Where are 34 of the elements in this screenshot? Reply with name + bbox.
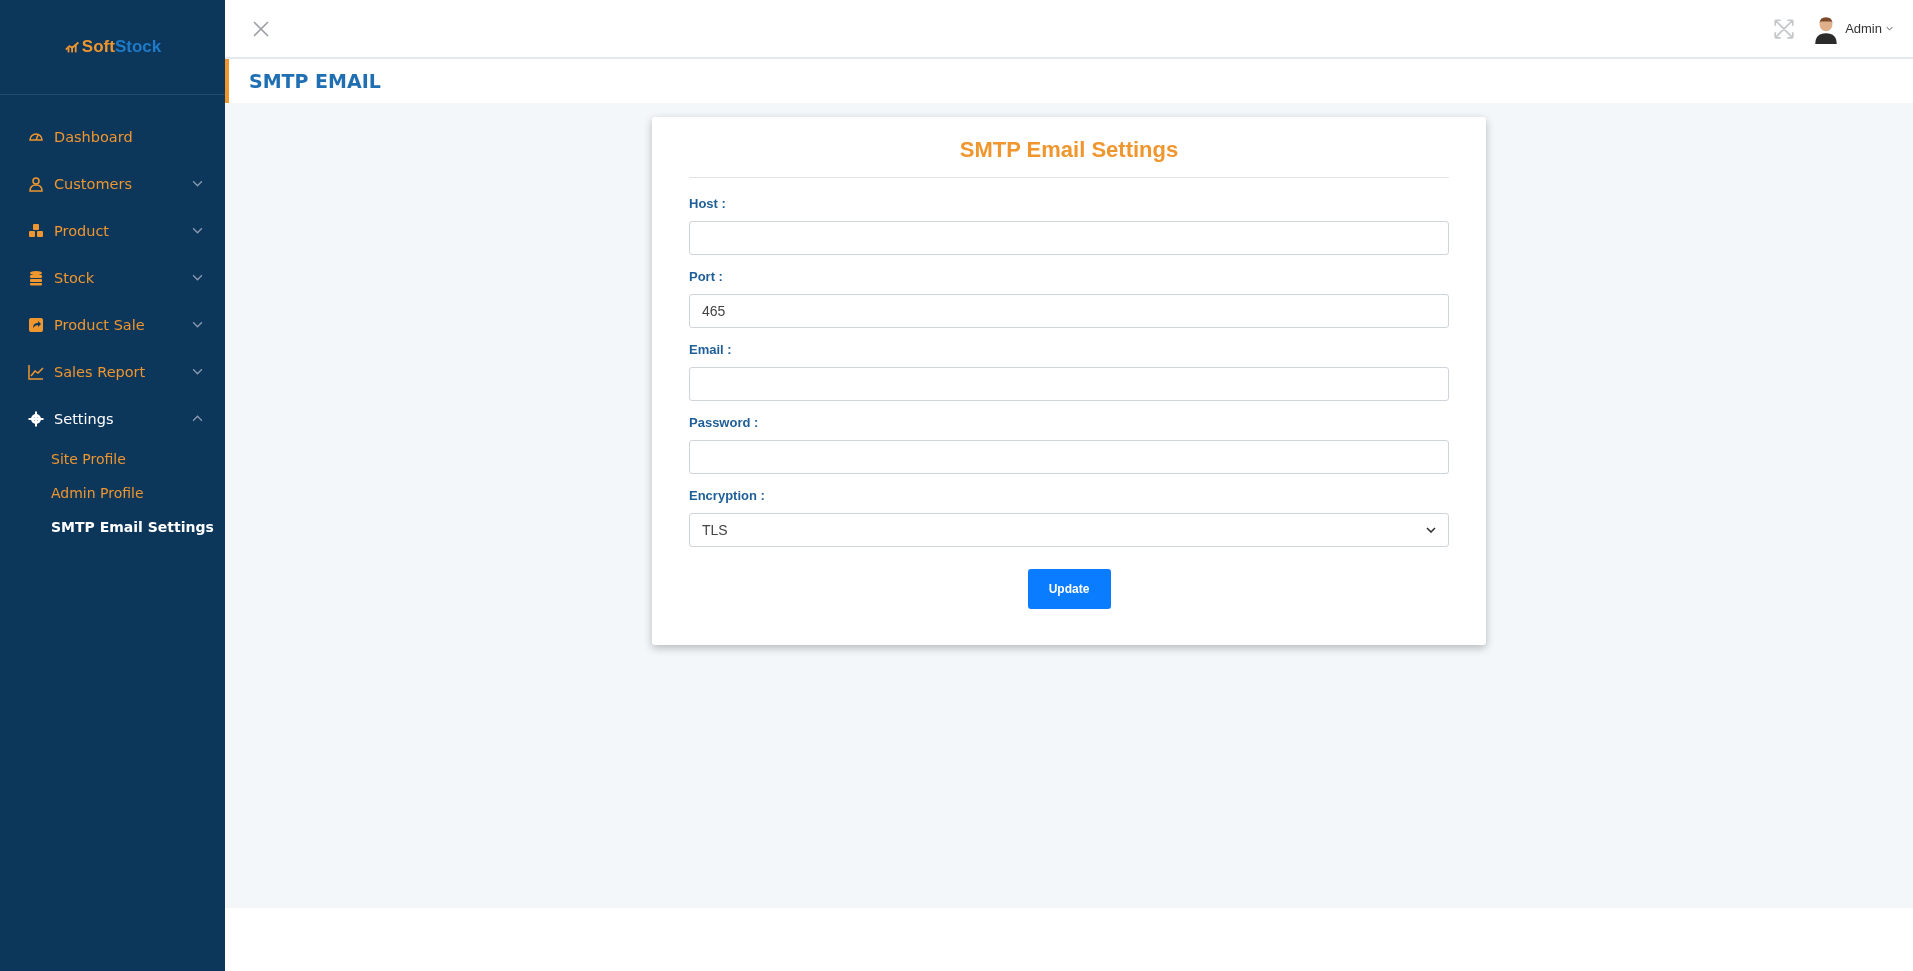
field-label: Email :	[689, 342, 733, 357]
close-icon[interactable]	[253, 20, 269, 37]
chevron-down-icon	[1426, 527, 1436, 533]
field-label: Host :	[689, 196, 727, 211]
input-field[interactable]	[689, 221, 1449, 255]
sidebar-item[interactable]: Settings	[0, 395, 225, 442]
sidebar-item[interactable]: Stock	[0, 254, 225, 301]
page-title: SMTP EMAIL	[249, 70, 381, 92]
input-field[interactable]	[689, 367, 1449, 401]
field-label: Password :	[689, 415, 760, 430]
chevron-down-icon	[1886, 26, 1893, 31]
sidebar-item[interactable]: Product Sale	[0, 301, 225, 348]
select-field[interactable]: TLS	[689, 513, 1449, 547]
user-icon	[28, 175, 44, 192]
sidebar-item[interactable]: Customers	[0, 160, 225, 207]
line-chart-icon	[28, 363, 44, 380]
sidebar-item[interactable]: Sales Report	[0, 348, 225, 395]
field-label: Port :	[689, 269, 724, 284]
card-title: SMTP Email Settings	[689, 137, 1449, 178]
database-icon	[28, 269, 44, 286]
fullscreen-icon[interactable]	[1773, 17, 1796, 40]
sidebar-item[interactable]: Dashboard	[0, 113, 225, 160]
sidebar-item[interactable]: Product	[0, 207, 225, 254]
user-menu[interactable]: Admin	[1845, 21, 1893, 36]
submenu-item[interactable]: Site Profile	[0, 442, 225, 476]
share-square-icon	[28, 316, 44, 333]
update-button[interactable]: Update	[1027, 569, 1111, 609]
submenu-item[interactable]: SMTP Email Settings	[0, 510, 225, 544]
boxes-icon	[28, 222, 44, 239]
input-field[interactable]: 465	[689, 294, 1449, 328]
input-field[interactable]	[689, 440, 1449, 474]
field-label: Encryption :	[689, 488, 766, 503]
logo[interactable]: SoftStock	[63, 37, 162, 57]
submenu-item[interactable]: Admin Profile	[0, 476, 225, 510]
